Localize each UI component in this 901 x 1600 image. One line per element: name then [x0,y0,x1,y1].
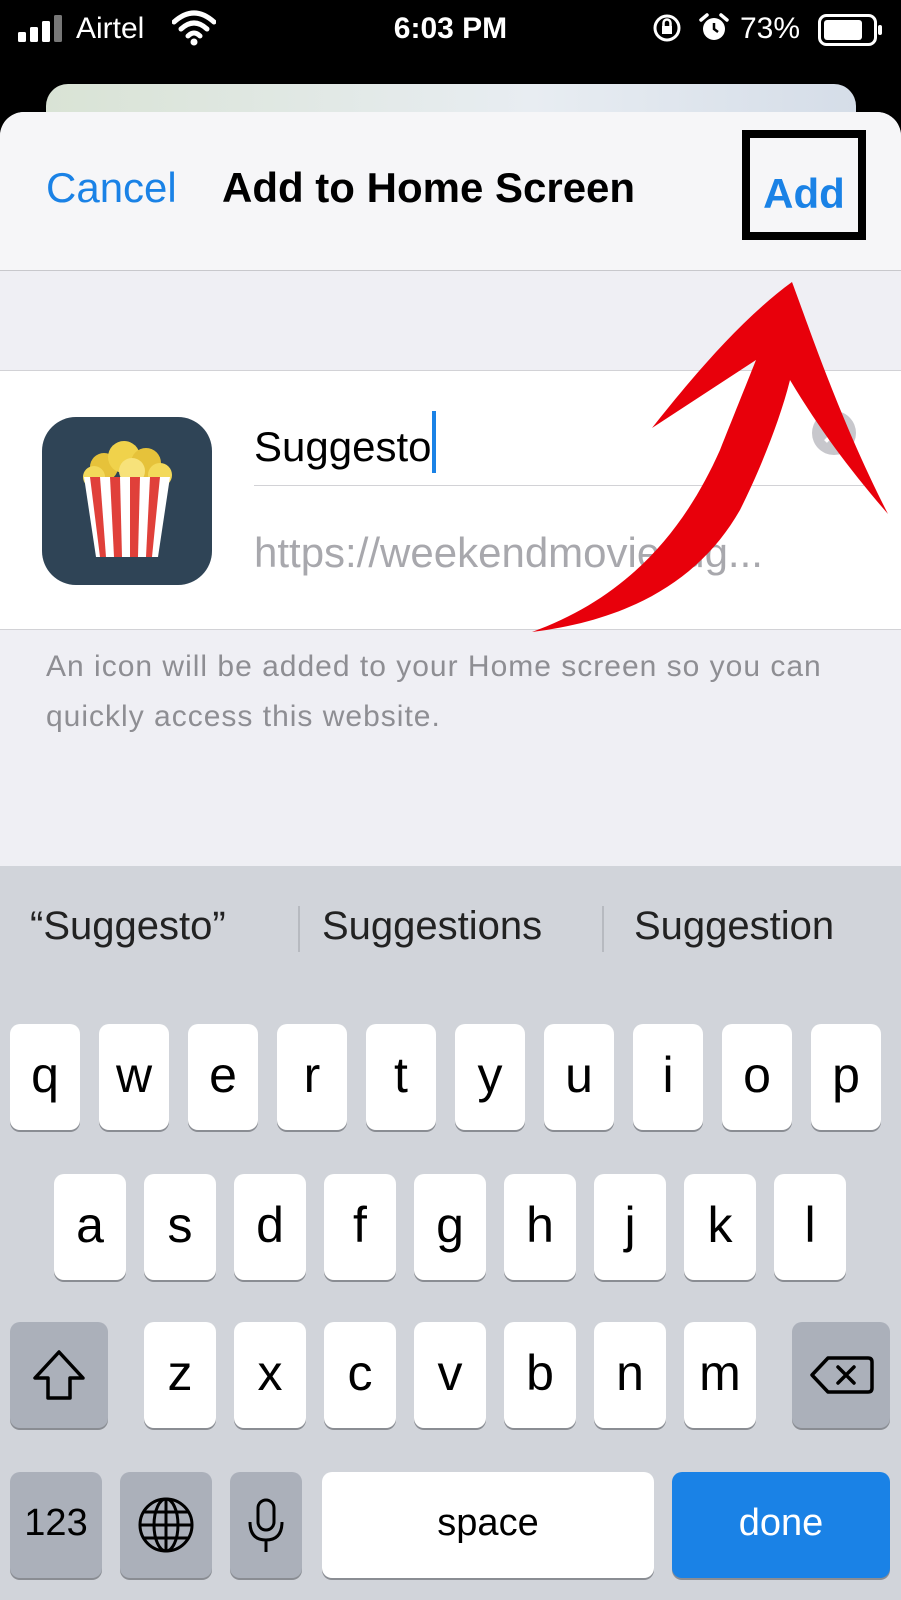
suggestion-bar: “Suggesto” Suggestions Suggestion [0,866,901,990]
popcorn-graphic [83,441,172,557]
key-label: m [699,1345,741,1401]
key-label: k [707,1197,733,1253]
name-input[interactable]: Suggesto [254,401,864,486]
key-m[interactable]: m [684,1322,756,1428]
key-b[interactable]: b [504,1322,576,1428]
key-o[interactable]: o [722,1024,792,1130]
backspace-icon [810,1356,874,1394]
key-x[interactable]: x [234,1322,306,1428]
numbers-key[interactable]: 123 [10,1472,102,1578]
url-label: https://weekendmoviesug... [254,529,763,576]
name-input-value-wrap: Suggesto [254,411,437,473]
key-label: c [347,1345,373,1401]
key-y[interactable]: y [455,1024,525,1130]
key-u[interactable]: u [544,1024,614,1130]
key-p[interactable]: p [811,1024,881,1130]
key-i[interactable]: i [633,1024,703,1130]
suggestion-3[interactable]: Suggestion [634,904,834,949]
key-label: o [743,1047,771,1103]
key-label: q [31,1047,59,1103]
suggestion-divider [602,906,604,952]
key-h[interactable]: h [504,1174,576,1280]
key-t[interactable]: t [366,1024,436,1130]
suggestion-divider [298,906,300,952]
key-label: g [436,1197,464,1253]
key-s[interactable]: s [144,1174,216,1280]
key-g[interactable]: g [414,1174,486,1280]
key-label: b [526,1345,554,1401]
popcorn-icon [42,417,212,585]
key-label: y [477,1047,503,1103]
key-d[interactable]: d [234,1174,306,1280]
key-label: x [257,1345,283,1401]
navigation-bar: Cancel Add to Home Screen Add [0,112,901,271]
suggestion-1[interactable]: “Suggesto” [30,904,226,949]
key-n[interactable]: n [594,1322,666,1428]
key-label: n [616,1345,644,1401]
space-key-label: space [437,1502,539,1544]
battery-percent: 73% [740,12,801,45]
key-label: a [76,1197,104,1253]
key-z[interactable]: z [144,1322,216,1428]
key-label: v [437,1345,463,1401]
key-r[interactable]: r [277,1024,347,1130]
key-q[interactable]: q [10,1024,80,1130]
key-l[interactable]: l [774,1174,846,1280]
shift-icon [33,1350,85,1400]
key-label: p [832,1047,860,1103]
status-bar: Airtel 6:03 PM 73% [0,0,901,60]
battery-icon [818,14,882,46]
key-label: d [256,1197,284,1253]
key-c[interactable]: c [324,1322,396,1428]
space-key[interactable]: space [322,1472,654,1578]
key-e[interactable]: e [188,1024,258,1130]
key-label: w [115,1047,153,1103]
cancel-button[interactable]: Cancel [46,164,177,212]
backspace-key[interactable] [792,1322,890,1428]
globe-key[interactable] [120,1472,212,1578]
key-k[interactable]: k [684,1174,756,1280]
page-title: Add to Home Screen [222,164,636,211]
description-text: An icon will be added to your Home scree… [46,650,822,733]
keyboard: “Suggesto” Suggestions Suggestion q w e … [0,866,901,1600]
key-label: l [804,1197,816,1253]
key-label: f [353,1197,367,1253]
key-label: r [303,1047,321,1103]
key-a[interactable]: a [54,1174,126,1280]
key-label: e [209,1047,237,1103]
key-label: z [167,1345,193,1401]
key-v[interactable]: v [414,1322,486,1428]
bookmark-row: Suggesto https://weekendmoviesug... [0,370,901,630]
text-caret [432,411,437,473]
key-label: u [565,1047,593,1103]
key-label: t [394,1047,408,1103]
done-key[interactable]: done [672,1472,890,1578]
key-label: h [526,1197,554,1253]
numbers-key-label: 123 [24,1502,88,1544]
clear-text-icon[interactable] [812,411,856,455]
suggestion-2[interactable]: Suggestions [322,904,542,949]
key-j[interactable]: j [594,1174,666,1280]
key-label: j [624,1197,636,1253]
key-w[interactable]: w [99,1024,169,1130]
done-key-label: done [738,1502,824,1544]
shift-key[interactable] [10,1322,108,1428]
key-label: i [662,1047,674,1103]
add-button[interactable]: Add [750,170,858,218]
alarm-icon [699,13,729,40]
microphone-icon [248,1498,284,1552]
key-label: s [167,1197,193,1253]
dictation-key[interactable] [230,1472,302,1578]
name-input-value: Suggesto [254,423,432,470]
key-f[interactable]: f [324,1174,396,1280]
globe-icon [138,1497,194,1553]
add-button-highlight-box: Add [742,130,866,240]
orientation-lock-icon [653,14,681,42]
